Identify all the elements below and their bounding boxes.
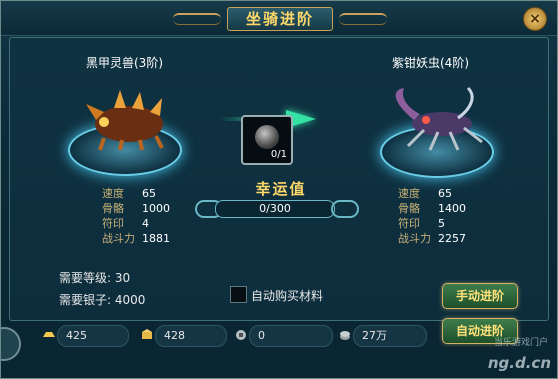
next-mount-image <box>395 86 483 151</box>
title-ornament-right <box>339 13 387 25</box>
coin-stack-icon <box>340 331 350 340</box>
luck-ornament-right <box>331 200 359 218</box>
stat-row: 速度 65 <box>398 187 452 200</box>
required-level: 需要等级: 30 <box>59 271 131 285</box>
luck-title: 幸运值 <box>255 180 307 198</box>
next-mount-name: 紫钳妖虫(4阶) <box>392 56 469 70</box>
window-title: 坐骑进阶 <box>227 7 333 31</box>
current-mount-image <box>86 90 164 151</box>
next-mount-stats: 速度 65 骨骼 1400 符印 5 战斗力 2257 <box>398 186 466 246</box>
upgrade-window: 坐骑进阶 × 黑甲灵兽(3阶) 速度 65 骨骼 1000 符印 4 战斗力 1881 … <box>0 0 558 379</box>
luck-value: 0/300 <box>259 202 291 215</box>
stat-row: 速度 65 <box>102 187 156 200</box>
stat-row: 骨骼 1000 <box>102 202 170 215</box>
gold-ticket-balance: 428 <box>142 325 227 347</box>
stat-row: 战斗力 1881 <box>102 232 170 245</box>
title-ornament-left <box>173 13 221 25</box>
gold-ticket-icon <box>142 329 152 339</box>
watermark-sub: 当乐游戏门户 <box>493 338 548 348</box>
current-mount-stats: 速度 65 骨骼 1000 符印 4 战斗力 1881 <box>102 186 170 246</box>
manual-upgrade-button[interactable]: 手动进阶 <box>442 283 518 309</box>
upgrade-stone-icon <box>255 125 279 149</box>
current-mount-name: 黑甲灵兽(3阶) <box>86 56 163 70</box>
silver-coin-icon <box>236 330 246 340</box>
stat-row: 骨骼 1400 <box>398 202 466 215</box>
luck-bar: 0/300 <box>215 200 335 218</box>
watermark: ng.d.cn <box>487 354 551 372</box>
auto-buy-label: 自动购买材料 <box>251 289 324 303</box>
gold-ingot-balance: 425 <box>43 325 129 347</box>
stat-row: 战斗力 2257 <box>398 232 466 245</box>
title-bar: 坐骑进阶 × <box>1 1 557 36</box>
left-round-button[interactable] <box>1 327 21 361</box>
stat-row: 符印 5 <box>398 217 445 230</box>
stat-row: 符印 4 <box>102 217 149 230</box>
coin-stack-balance: 27万 <box>340 325 427 347</box>
auto-buy-checkbox[interactable] <box>230 286 247 303</box>
close-button[interactable]: × <box>523 7 547 31</box>
material-slot[interactable]: 0/1 <box>241 115 293 165</box>
gold-ingot-icon <box>43 332 55 337</box>
silver-coin-balance: 0 <box>236 325 333 347</box>
material-count: 0/1 <box>270 149 287 160</box>
required-silver: 需要银子: 4000 <box>59 293 146 307</box>
currency-bar: 425 428 0 27万 <box>1 321 557 378</box>
